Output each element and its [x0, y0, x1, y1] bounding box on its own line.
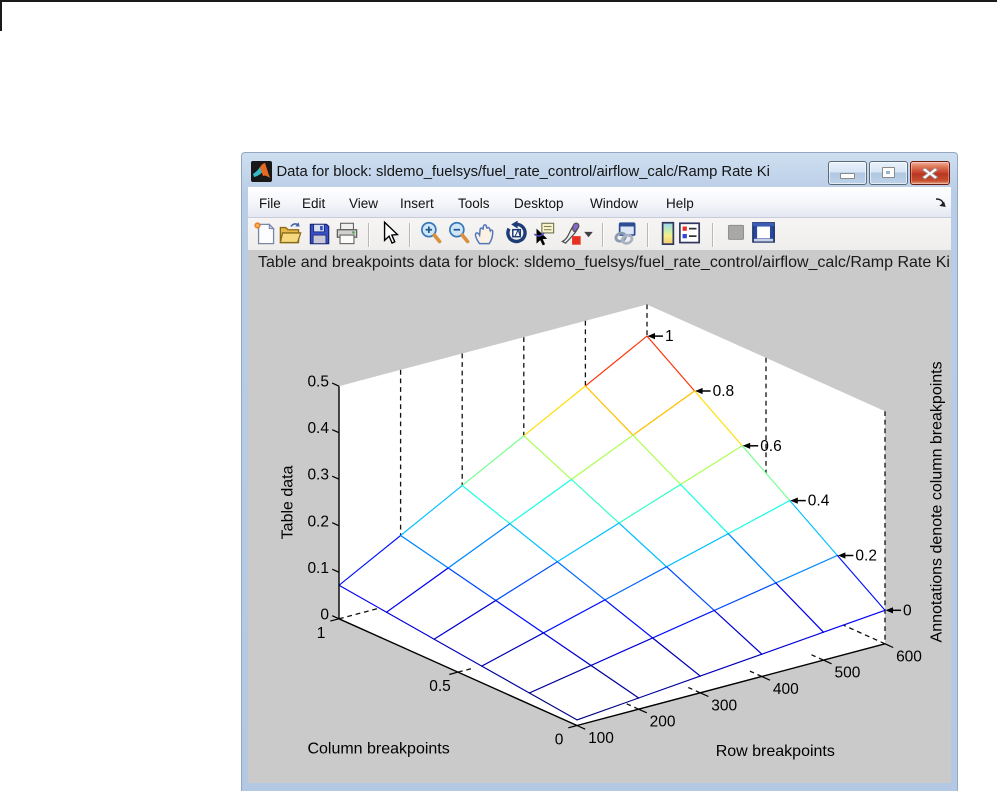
svg-text:0.6: 0.6: [760, 438, 782, 455]
svg-text:200: 200: [650, 714, 676, 731]
svg-text:600: 600: [896, 648, 922, 665]
svg-text:0.3: 0.3: [307, 467, 329, 484]
svg-text:400: 400: [773, 681, 799, 698]
svg-text:1: 1: [317, 625, 326, 642]
svg-text:0: 0: [555, 732, 564, 749]
svg-text:0: 0: [320, 606, 329, 623]
svg-text:0.5: 0.5: [307, 374, 329, 391]
svg-text:0.2: 0.2: [855, 548, 877, 565]
svg-text:0.4: 0.4: [307, 420, 329, 437]
svg-text:0.2: 0.2: [307, 513, 329, 530]
svg-text:0.4: 0.4: [808, 493, 830, 510]
svg-text:300: 300: [711, 697, 737, 714]
svg-text:0.8: 0.8: [713, 383, 735, 400]
svg-text:100: 100: [588, 730, 614, 747]
svg-text:Row breakpoints: Row breakpoints: [716, 743, 835, 760]
svg-text:1: 1: [665, 328, 674, 345]
svg-text:Column breakpoints: Column breakpoints: [307, 740, 449, 757]
svg-text:0: 0: [903, 602, 912, 619]
svg-text:0.1: 0.1: [307, 560, 329, 577]
svg-text:Annotations denote column brea: Annotations denote column breakpoints: [928, 361, 945, 642]
svg-text:0.5: 0.5: [429, 678, 451, 695]
svg-text:500: 500: [834, 665, 860, 682]
svg-text:Table data: Table data: [279, 465, 296, 539]
